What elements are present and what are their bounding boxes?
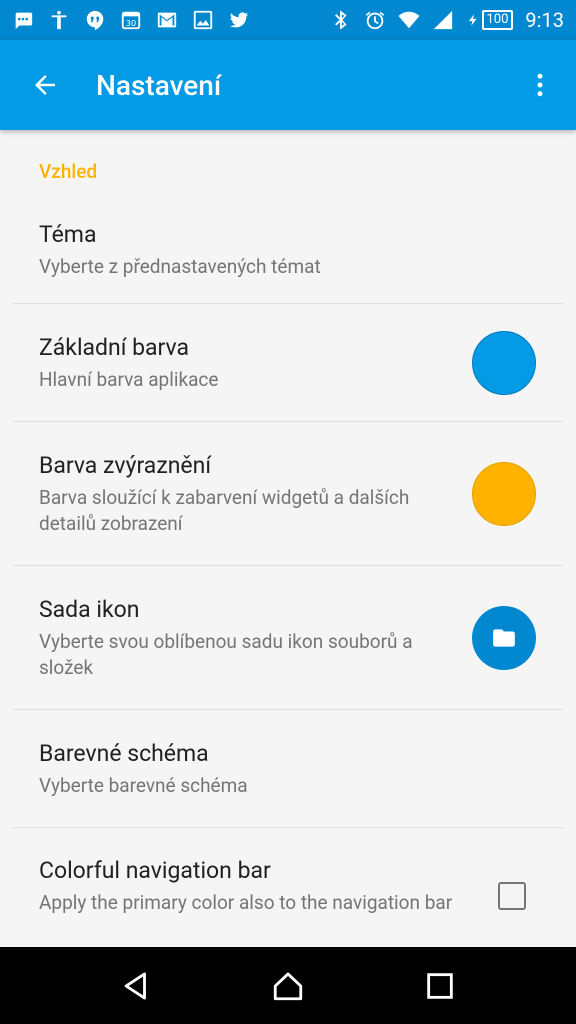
pref-summary: Vyberte svou oblíbenou sadu ikon souborů… (39, 629, 413, 679)
bluetooth-icon (330, 9, 352, 31)
back-button[interactable] (0, 40, 90, 130)
pref-text: Barva zvýraznění Barva sloužící k zabarv… (39, 451, 452, 537)
pref-summary: Barva sloužící k zabarvení widgetů a dal… (39, 485, 410, 535)
pref-text: Téma Vyberte z přednastavených témat (39, 220, 536, 280)
pref-title: Sada ikon (39, 595, 140, 623)
pref-title: Colorful navigation bar (39, 857, 271, 884)
pref-summary: Apply the primary color also to the navi… (39, 891, 453, 914)
signal-icon (432, 9, 454, 31)
pref-accent-color[interactable]: Barva zvýraznění Barva sloužící k zabarv… (0, 422, 576, 565)
overflow-menu-button[interactable] (504, 40, 576, 130)
nav-recents-icon (427, 972, 453, 999)
notification-icons: 30 (12, 9, 330, 31)
folder-icon (493, 628, 515, 647)
wifi-icon (397, 9, 420, 31)
more-vert-icon (537, 73, 543, 97)
settings-list[interactable]: Vzhled Téma Vyberte z přednastavených té… (0, 130, 576, 947)
colorful-navbar-checkbox[interactable] (498, 882, 526, 910)
pref-summary: Hlavní barva aplikace (39, 367, 219, 391)
battery-level: 100 (481, 10, 514, 30)
pref-title: Základní barva (39, 333, 190, 361)
system-navigation-bar (0, 947, 576, 1024)
gallery-icon (192, 9, 214, 31)
pref-text: Základní barva Hlavní barva aplikace (39, 333, 452, 393)
calendar-icon: 30 (120, 9, 142, 31)
nav-back-button[interactable] (96, 947, 176, 1024)
pref-primary-color[interactable]: Základní barva Hlavní barva aplikace (0, 304, 576, 421)
pref-theme[interactable]: Téma Vyberte z přednastavených témat (0, 210, 576, 303)
pref-text: Sada ikon Vyberte svou oblíbenou sadu ik… (39, 595, 452, 681)
pref-text: Barevné schéma Vyberte barevné schéma (39, 739, 536, 799)
arrow-back-icon (35, 75, 55, 95)
page-title: Nastavení (96, 68, 222, 102)
clock: 9:13 (525, 8, 564, 32)
category-header: Vzhled (39, 160, 98, 183)
messaging-icon (12, 9, 34, 31)
system-icons: 100 9:13 (330, 8, 564, 32)
nav-home-icon (273, 972, 303, 1000)
gmail-icon (156, 9, 178, 31)
icon-set-preview (472, 605, 536, 670)
nav-recents-button[interactable] (400, 947, 480, 1024)
hangouts-icon (84, 9, 106, 31)
pref-icon-set[interactable]: Sada ikon Vyberte svou oblíbenou sadu ik… (0, 566, 576, 709)
primary-color-swatch (472, 330, 536, 395)
nav-back-icon (124, 972, 146, 999)
alarm-icon (364, 9, 386, 31)
pref-summary: Vyberte z přednastavených témat (39, 254, 321, 278)
pref-title: Barva zvýraznění (39, 451, 212, 479)
pref-text: Colorful navigation bar Apply the primar… (39, 856, 498, 916)
charging-icon (466, 9, 480, 31)
accent-color-swatch (472, 461, 536, 526)
status-bar: 30 100 9:13 (0, 0, 576, 40)
accessibility-icon (48, 9, 70, 31)
twitter-icon (228, 9, 250, 31)
pref-colorful-navbar[interactable]: Colorful navigation bar Apply the primar… (0, 828, 576, 947)
app-bar: Nastavení (0, 40, 576, 130)
pref-summary: Vyberte barevné schéma (39, 773, 248, 797)
pref-title: Téma (39, 220, 97, 248)
svg-text:30: 30 (126, 18, 137, 28)
battery-indicator: 100 (466, 9, 514, 31)
pref-title: Barevné schéma (39, 739, 209, 767)
pref-color-scheme[interactable]: Barevné schéma Vyberte barevné schéma (0, 710, 576, 827)
nav-home-button[interactable] (248, 947, 328, 1024)
